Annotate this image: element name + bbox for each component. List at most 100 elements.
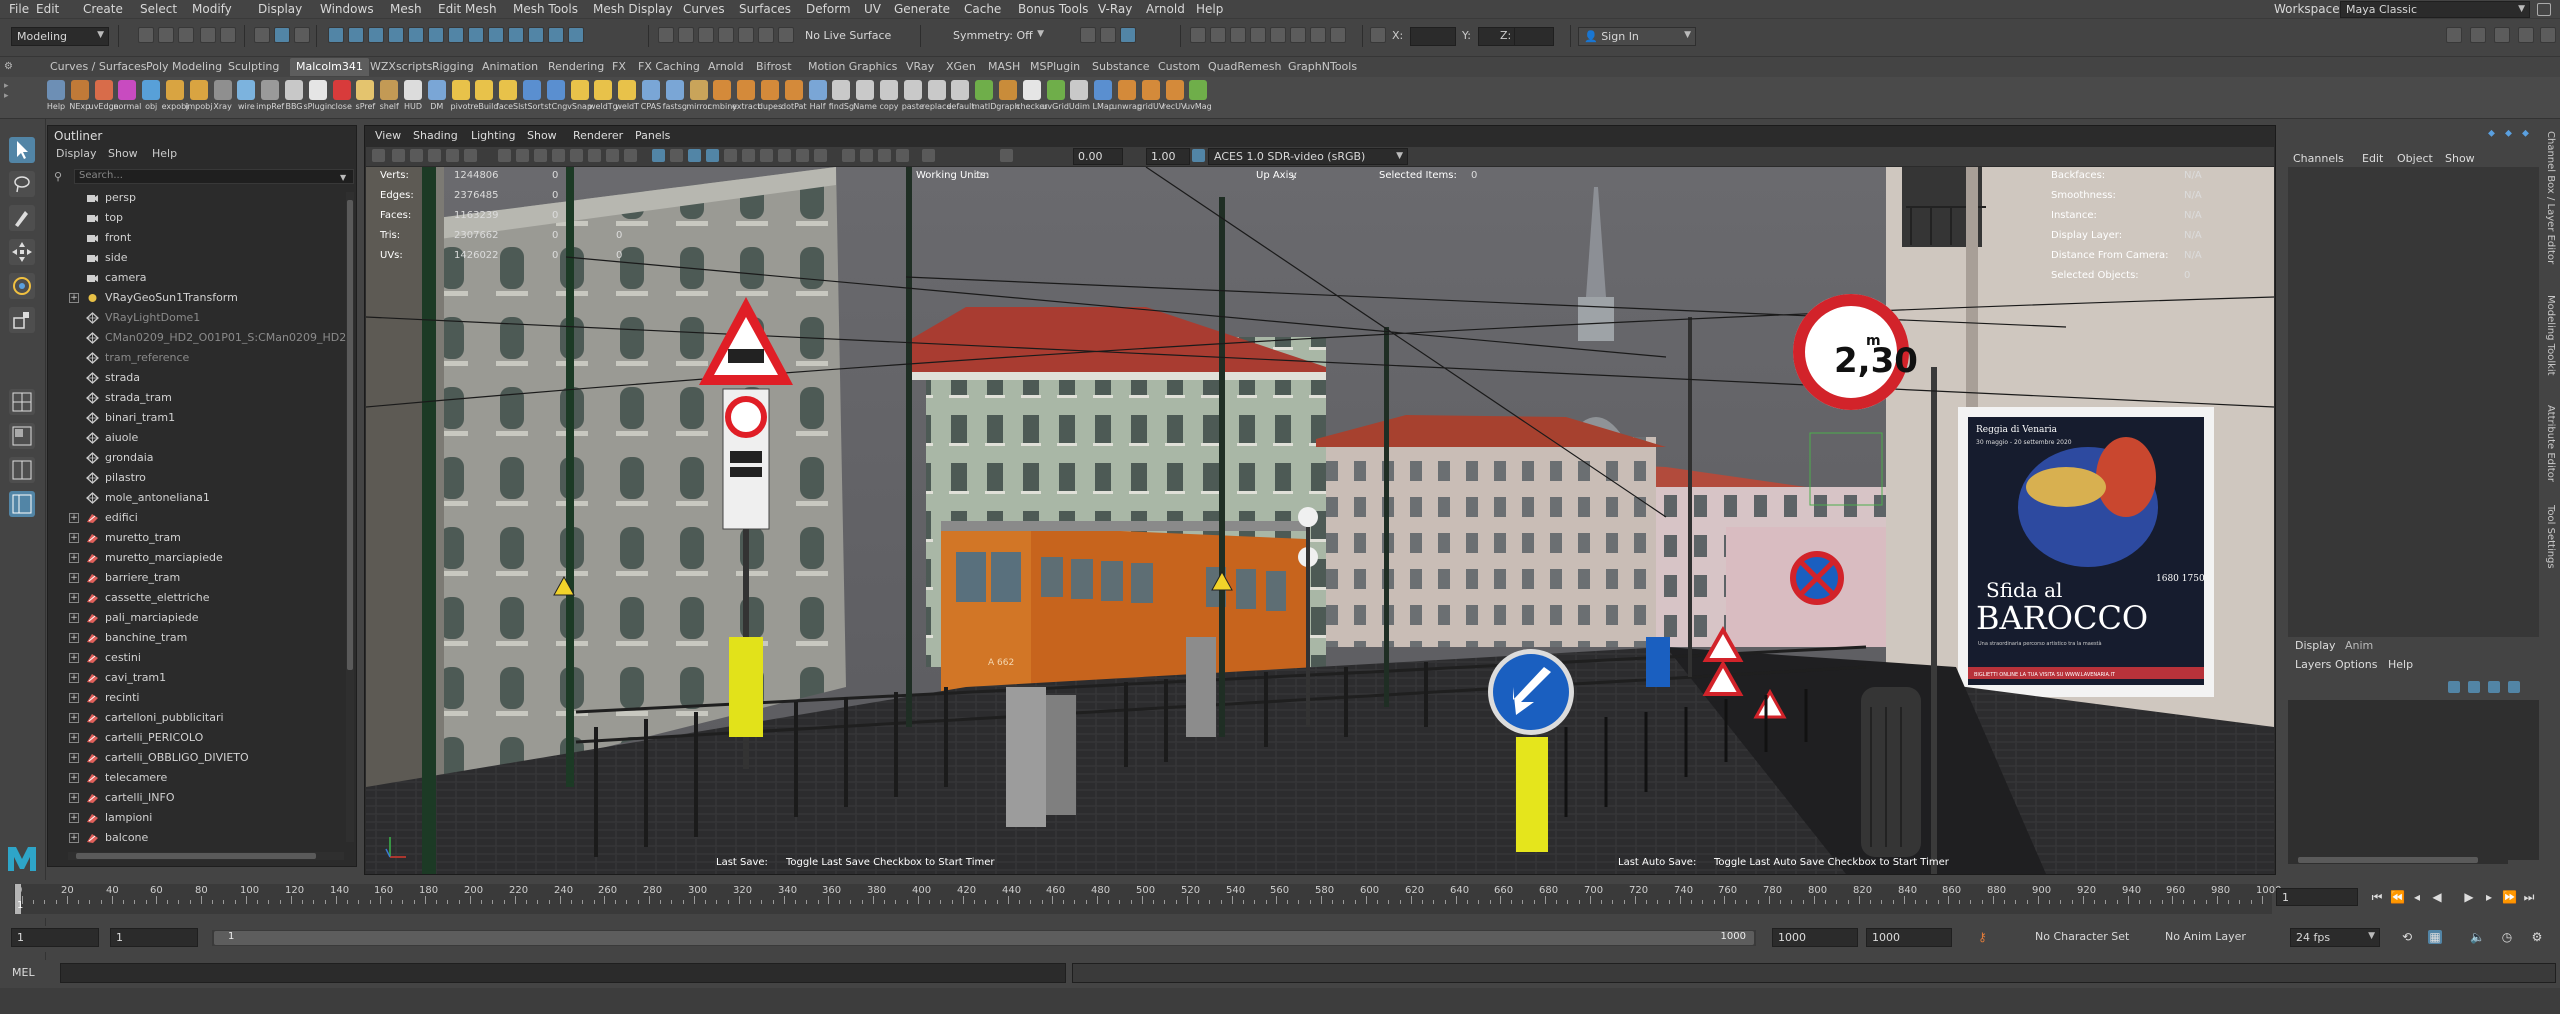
shelf-button-obj[interactable]: obj — [139, 80, 163, 118]
command-input[interactable] — [60, 963, 1066, 983]
side-tab-channel-box[interactable]: Channel Box / Layer Editor — [2545, 131, 2556, 264]
shelf-button-shelf[interactable]: shelf — [377, 80, 401, 118]
single-view-layout-icon[interactable] — [9, 423, 35, 449]
light-editor-icon[interactable] — [1310, 27, 1326, 43]
time-ruler[interactable]: 0204060801001201401601802002202402602803… — [14, 884, 2281, 914]
shelf-tab-malcolm341[interactable]: Malcolm341 — [290, 58, 369, 76]
shelf-tab-substance[interactable]: Substance — [1092, 60, 1150, 73]
shelf-button-fastsg[interactable]: fastsg — [663, 80, 687, 118]
outliner-item[interactable]: + VRayGeoSun1Transform — [48, 288, 344, 308]
shelf-button-checker[interactable]: checker — [1016, 80, 1047, 118]
layer-editor-list[interactable] — [2288, 700, 2539, 860]
shelf-button-impref[interactable]: impRef — [256, 80, 284, 118]
wireframe-on-shaded-icon[interactable] — [688, 149, 701, 162]
current-frame-field[interactable]: 1 — [2276, 888, 2358, 906]
play-forwards-icon[interactable]: ▶ — [2462, 890, 2476, 904]
shelf-button-expobj[interactable]: expobj — [162, 80, 188, 118]
outliner-item[interactable]: + cestini — [48, 648, 344, 668]
range-bar-track[interactable]: 1 1000 — [212, 930, 1756, 946]
select-by-type-surface-icon[interactable] — [388, 27, 404, 43]
shelf-tab-quadremesh[interactable]: QuadRemesh — [1208, 60, 1281, 73]
cb-key-icon[interactable]: ⬥ — [2488, 128, 2500, 140]
scene-view[interactable]: Reggia di Venaria 30 maggio - 20 settemb… — [366, 167, 2274, 874]
select-mode-object-icon[interactable] — [274, 27, 290, 43]
expand-toggle-icon[interactable]: + — [69, 833, 79, 843]
expand-toggle-icon[interactable]: + — [69, 693, 79, 703]
image-plane-icon[interactable] — [428, 149, 441, 162]
outliner-menu-show[interactable]: Show — [108, 147, 138, 160]
highlight-selection-icon[interactable] — [508, 27, 524, 43]
play-backwards-icon[interactable]: ◀ — [2430, 890, 2444, 904]
safe-title-icon[interactable] — [606, 149, 619, 162]
viewport-menu-renderer[interactable]: Renderer — [573, 129, 623, 142]
search-icon[interactable]: ⚲ — [54, 170, 70, 184]
rotate-tool-icon[interactable] — [9, 273, 35, 299]
go-to-end-icon[interactable]: ⏭ — [2522, 890, 2536, 904]
far-clip-field[interactable]: 1.00 — [1146, 148, 1190, 165]
select-camera-icon[interactable] — [372, 149, 385, 162]
select-tool-icon[interactable] — [9, 137, 35, 163]
snap-projected-center-icon[interactable] — [718, 27, 734, 43]
snap-magnet-icon[interactable] — [778, 27, 794, 43]
shelf-tab-mash[interactable]: MASH — [988, 60, 1020, 73]
shelf-button-lmap[interactable]: LMap — [1091, 80, 1115, 118]
step-forward-key-icon[interactable]: ⏩ — [2502, 890, 2517, 904]
loop-icon[interactable]: ⟲ — [2400, 930, 2414, 944]
shelf-button-wire[interactable]: wire — [234, 80, 258, 118]
make-live-icon[interactable] — [758, 27, 774, 43]
playback-speed-icon[interactable]: ◷ — [2500, 930, 2514, 944]
menu-deform[interactable]: Deform — [806, 2, 851, 16]
shelf-button-extract[interactable]: extract — [732, 80, 760, 118]
tab-display[interactable]: Display — [2295, 639, 2336, 652]
field-chart-icon[interactable] — [570, 149, 583, 162]
outliner-item[interactable]: strada_tram — [48, 388, 344, 408]
layer-menu-help[interactable]: Help — [2388, 658, 2413, 671]
go-to-start-icon[interactable]: ⏮ — [2370, 890, 2384, 904]
shelf-button-udim[interactable]: Udim — [1067, 80, 1091, 118]
render-view-icon[interactable] — [1190, 27, 1206, 43]
resolution-gate-icon[interactable] — [534, 149, 547, 162]
shelf-tab-sculpting[interactable]: Sculpting — [228, 60, 279, 73]
shelf-tab-arnold[interactable]: Arnold — [708, 60, 744, 73]
smooth-shade-icon[interactable] — [652, 149, 665, 162]
cb-unlock-icon[interactable]: ⬥ — [2505, 128, 2517, 140]
shelf-button-cmbiny[interactable]: cmbiny — [708, 80, 737, 118]
select-by-type-misc-icon[interactable] — [468, 27, 484, 43]
shelf-button-matid[interactable]: matID — [972, 80, 996, 118]
shelf-button-uvmag[interactable]: uvMag — [1185, 80, 1212, 118]
x-field[interactable] — [1410, 27, 1456, 46]
shelf-tab-rigging[interactable]: Rigging — [432, 60, 474, 73]
expand-toggle-icon[interactable]: + — [69, 593, 79, 603]
select-none-icon[interactable] — [568, 27, 584, 43]
outliner-item[interactable]: + cassette_elettriche — [48, 588, 344, 608]
expand-toggle-icon[interactable]: + — [69, 633, 79, 643]
exposure-icon[interactable] — [922, 149, 935, 162]
undo-icon[interactable] — [200, 27, 216, 43]
shelf-button-stcng[interactable]: stCng — [544, 80, 568, 118]
shelf-button-half[interactable]: Half — [806, 80, 830, 118]
shelf-tab-xgen[interactable]: XGen — [946, 60, 976, 73]
shelf-button-splugin[interactable]: sPlugin — [303, 80, 332, 118]
outliner-item[interactable]: + muretto_tram — [48, 528, 344, 548]
selection-mask-icon[interactable] — [528, 27, 544, 43]
outliner-item[interactable]: + cartelli_OBBLIGO_DIVIETO — [48, 748, 344, 768]
menu-mesh-tools[interactable]: Mesh Tools — [513, 2, 578, 16]
shelf-tab-msplugin[interactable]: MSPlugin — [1030, 60, 1080, 73]
new-layer-selected-icon[interactable] — [2508, 681, 2520, 693]
select-by-type-dynamics-icon[interactable] — [428, 27, 444, 43]
color-management-icon[interactable] — [1192, 149, 1205, 162]
gamma-icon[interactable] — [1000, 149, 1013, 162]
viewport-panel[interactable]: View Shading Lighting Show Renderer Pane… — [364, 125, 2276, 875]
step-forward-frame-icon[interactable]: ▸ — [2482, 890, 2496, 904]
transform-mode-icon[interactable] — [1370, 27, 1386, 43]
expand-toggle-icon[interactable]: + — [69, 753, 79, 763]
layer-menu-layers[interactable]: Layers — [2295, 658, 2331, 671]
outliner-item[interactable]: + telecamere — [48, 768, 344, 788]
playback-end-field[interactable]: 1000 — [1772, 928, 1858, 947]
auto-key-icon[interactable]: ⚷ — [1978, 930, 1992, 944]
shelf-button-default[interactable]: default — [946, 80, 974, 118]
expand-toggle-icon[interactable]: + — [69, 713, 79, 723]
outliner-item[interactable]: + edifici — [48, 508, 344, 528]
snap-view-plane-icon[interactable] — [738, 27, 754, 43]
range-bar-handle[interactable]: 1 1000 — [214, 931, 1754, 945]
